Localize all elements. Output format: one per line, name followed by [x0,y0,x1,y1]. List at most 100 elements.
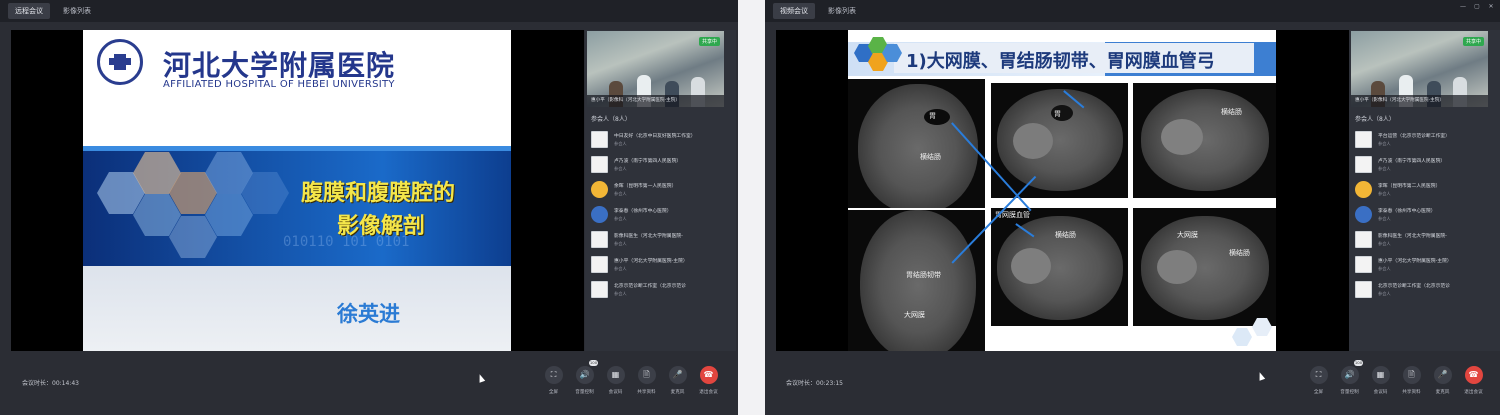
volume-badge: 100 [589,360,598,366]
ct-label: 横结肠 [1055,231,1076,239]
microphone-button[interactable]: 🎤 麦克风 [1427,366,1458,395]
hexagon-decoration [1232,328,1252,346]
avatar [1355,206,1372,223]
volume-badge: 100 [1354,360,1363,366]
fullscreen-button[interactable]: ⛶ 全屏 [538,366,569,395]
participant-role: 参会人 [1378,191,1391,196]
avatar [591,231,608,248]
share-files-button[interactable]: 🗎 共享资料 [631,366,662,395]
document-icon: 🗎 [637,366,656,384]
avatar [591,256,608,273]
participant-item[interactable]: 北京示范诊断工作室（北京示范诊 参会人 [1355,278,1498,303]
participant-item[interactable]: 余晖（昆明市第一人民医院） 参会人 [591,178,734,203]
fullscreen-button[interactable]: ⛶ 全屏 [1303,366,1334,395]
participant-name: 平台运营（北京示范诊断工作室） [1378,134,1450,139]
participant-name: 影像科医生（河北大学附属医院- [614,234,683,239]
presenter-video[interactable]: 共享中 惠小平（影像科（河北大学附属医院-主院） [1351,31,1488,107]
leave-meeting-button[interactable]: ☎ 退出会议 [1458,366,1489,395]
sharing-badge: 共享中 [1462,37,1484,46]
ct-image-axial-4: 大网膜 横结肠 [1133,208,1276,326]
mouse-cursor-icon [1256,371,1266,381]
slide-author: 徐英进 [337,302,400,326]
avatar [1355,181,1372,198]
participant-role: 参会人 [1378,141,1391,146]
tab-video-meeting[interactable]: 视频会议 [773,3,815,19]
tab-image-list[interactable]: 影像列表 [56,3,98,19]
ct-label: 大网膜 [1177,231,1198,239]
control-bar: 会议时长：00:14:43 ⛶ 全屏 100 🔊 音量控制 ▦ 会议码 🗎 共享资料 🎤 麦… [0,355,738,415]
participant-name: 李泰春（徐州市中心医院） [1378,209,1436,214]
minimize-icon[interactable]: — [1458,2,1468,11]
fullscreen-icon: ⛶ [1309,366,1328,384]
participant-item[interactable]: 卢乃波（南宁市第四人民医院） 参会人 [591,153,734,178]
participant-item[interactable]: 卢乃波（南宁市第四人民医院） 参会人 [1355,153,1498,178]
video-caption: 惠小平（影像科（河北大学附属医院-主院） [587,95,724,107]
control-label: 麦克风 [1435,390,1450,395]
meeting-code-button[interactable]: ▦ 会议码 [1365,366,1396,395]
hospital-name-cn: 河北大学附属医院 [163,49,396,82]
control-label: 退出会议 [1464,390,1483,395]
participant-item[interactable]: 李晖（昆明市第二人民医院） 参会人 [1355,178,1498,203]
participant-name: 影像科医生（河北大学附属医院- [1378,234,1447,239]
control-label: 会议码 [608,390,623,395]
participant-name: 惠小平（河北大学附属医院-主院） [1378,259,1452,264]
participant-item[interactable]: 影像科医生（河北大学附属医院- 参会人 [591,228,734,253]
control-label: 共享资料 [637,390,656,395]
meeting-controls: ⛶ 全屏 100 🔊 音量控制 ▦ 会议码 🗎 共享资料 🎤 麦克风 ☎ 退出会议 [1303,360,1489,395]
tab-image-list[interactable]: 影像列表 [821,3,863,19]
participant-item[interactable]: 惠小平（河北大学附属医院-主院） 参会人 [591,253,734,278]
avatar [591,206,608,223]
participant-name: 北京示范诊断工作室（北京示范诊 [1378,284,1450,289]
ct-label: 大网膜 [904,311,925,319]
participant-role: 参会人 [614,241,627,246]
participant-list: 平台运营（北京示范诊断工作室） 参会人 卢乃波（南宁市第四人民医院） 参会人 李晖（… [1355,128,1498,303]
participant-item[interactable]: 北京示范诊断工作室（北京示范诊 参会人 [591,278,734,303]
volume-button[interactable]: 100 🔊 音量控制 [1334,360,1365,395]
presenter-video[interactable]: 共享中 惠小平（影像科（河北大学附属医院-主院） [587,31,724,107]
control-bar: 会议时长：00:23:15 ⛶ 全屏 100 🔊 音量控制 ▦ 会议码 🗎 共享资料 🎤 麦… [765,355,1500,415]
video-caption: 惠小平（影像科（河北大学附属医院-主院） [1351,95,1488,107]
participant-item[interactable]: 惠小平（河北大学附属医院-主院） 参会人 [1355,253,1498,278]
participant-item[interactable]: 平台运营（北京示范诊断工作室） 参会人 [1355,128,1498,153]
control-label: 会议码 [1373,390,1388,395]
meeting-window-right: 视频会议 影像列表 — ▢ ✕ 1)大网膜、胃结肠韧带、胃网膜血管弓 胃 横结肠 [765,0,1500,415]
tab-remote-meeting[interactable]: 远程会议 [8,3,50,19]
avatar [1355,156,1372,173]
participant-item[interactable]: 中日友好（北京中日友好医院工作室） 参会人 [591,128,734,153]
participant-item[interactable]: 李泰春（徐州市中心医院） 参会人 [1355,203,1498,228]
control-label: 音量控制 [1340,390,1359,395]
participant-role: 参会人 [1378,241,1391,246]
tab-bar: 视频会议 影像列表 [765,0,1500,22]
participant-list: 中日友好（北京中日友好医院工作室） 参会人 卢乃波（南宁市第四人民医院） 参会人 余… [591,128,734,303]
close-icon[interactable]: ✕ [1486,2,1496,11]
meeting-code-button[interactable]: ▦ 会议码 [600,366,631,395]
microphone-button[interactable]: 🎤 麦克风 [662,366,693,395]
shared-screen: 1)大网膜、胃结肠韧带、胃网膜血管弓 胃 横结肠 胃 横结肠 胃结肠韧带 大网膜… [776,30,1349,351]
participant-role: 参会人 [614,216,627,221]
avatar [1355,131,1372,148]
shared-screen: 河北大学附属医院 AFFILIATED HOSPITAL OF HEBEI UN… [11,30,584,351]
hang-up-icon: ☎ [1464,366,1483,384]
participant-name: 李泰春（徐州市中心医院） [614,209,672,214]
ct-label: 横结肠 [1229,249,1250,257]
avatar [591,131,608,148]
participant-item[interactable]: 影像科医生（河北大学附属医院- 参会人 [1355,228,1498,253]
participant-item[interactable]: 李泰春（徐州市中心医院） 参会人 [591,203,734,228]
control-label: 全屏 [548,390,559,395]
slide-title: 1)大网膜、胃结肠韧带、胃网膜血管弓 [906,51,1215,72]
participant-role: 参会人 [614,166,627,171]
participants-title: 参会人（8人） [1355,116,1395,123]
ct-image-axial-2: 横结肠 [1133,83,1276,198]
maximize-icon[interactable]: ▢ [1472,2,1482,11]
control-label: 麦克风 [670,390,685,395]
avatar [591,281,608,298]
title-banner: 010110 101 0101 腹膜和腹膜腔的 影像解剖 [83,146,511,266]
control-label: 共享资料 [1402,390,1421,395]
side-panel: 共享中 惠小平（影像科（河北大学附属医院-主院） 参会人（8人） 中日友好（北京… [585,30,736,351]
ct-image-coronal-upper: 胃 横结肠 [848,79,985,208]
mouse-cursor-icon [476,373,486,383]
ct-label: 横结肠 [920,153,941,161]
leave-meeting-button[interactable]: ☎ 退出会议 [693,366,724,395]
volume-button[interactable]: 100 🔊 音量控制 [569,360,600,395]
share-files-button[interactable]: 🗎 共享资料 [1396,366,1427,395]
